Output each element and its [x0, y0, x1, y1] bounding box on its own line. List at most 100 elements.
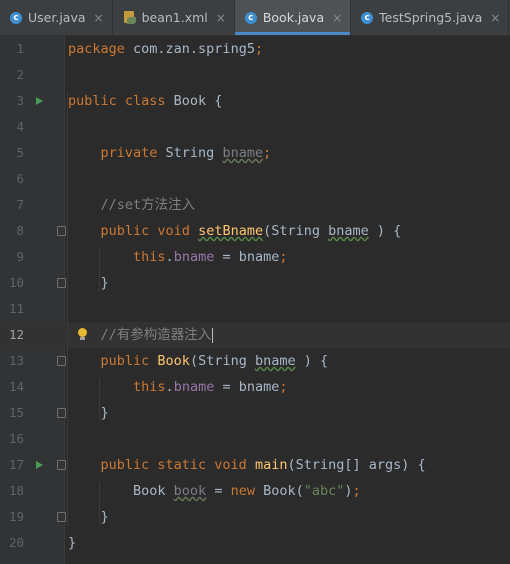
- indent-guide: [67, 92, 68, 526]
- close-icon[interactable]: ×: [490, 11, 500, 25]
- fold-icon[interactable]: [57, 278, 66, 288]
- code-token: private: [100, 145, 166, 161]
- code-token: this: [133, 249, 166, 265]
- code-token: =: [206, 483, 231, 499]
- code-line[interactable]: 13 public Book(String bname ) {: [0, 348, 510, 374]
- line-number: 3: [16, 93, 24, 108]
- line-number: 1: [16, 41, 24, 56]
- line-number: 4: [16, 119, 24, 134]
- code-token: }: [68, 509, 109, 525]
- code-token: bname: [222, 145, 264, 161]
- tab-bean1-xml[interactable]: bean1.xml ×: [113, 0, 235, 35]
- code-token: //set方法注入: [100, 197, 196, 213]
- run-gutter-icon[interactable]: [36, 97, 43, 105]
- code-line[interactable]: 9 this.bname = bname;: [0, 244, 510, 270]
- spring-xml-icon: [123, 11, 136, 24]
- line-number: 2: [16, 67, 24, 82]
- fold-icon[interactable]: [57, 408, 66, 418]
- code-token: (String: [263, 223, 329, 239]
- code-line[interactable]: 11: [0, 296, 510, 322]
- line-number: 6: [16, 171, 24, 186]
- code-token: //有参构造器注入: [100, 327, 212, 343]
- code-line[interactable]: 10 }: [0, 270, 510, 296]
- close-icon[interactable]: ×: [332, 11, 342, 25]
- code-text: public void setBname(String bname ) {: [68, 218, 402, 244]
- line-number: 17: [8, 457, 24, 472]
- code-token: ;: [279, 379, 288, 395]
- code-token: }: [68, 405, 109, 421]
- java-class-icon: c: [244, 11, 257, 24]
- code-line[interactable]: 12 //有参构造器注入: [0, 322, 510, 348]
- line-number: 18: [8, 483, 24, 498]
- tab-book-java[interactable]: c Book.java ×: [234, 0, 352, 35]
- code-line[interactable]: 2: [0, 62, 510, 88]
- code-token: this: [133, 379, 166, 395]
- line-number: 8: [16, 223, 24, 238]
- code-token: }: [68, 275, 109, 291]
- code-token: public: [100, 353, 158, 369]
- code-token: bname: [173, 379, 215, 395]
- code-line[interactable]: 3 public class Book {: [0, 88, 510, 114]
- line-number: 20: [8, 535, 24, 550]
- code-line[interactable]: 14 this.bname = bname;: [0, 374, 510, 400]
- code-token: (String: [189, 353, 255, 369]
- line-number: 9: [16, 249, 24, 264]
- fold-icon[interactable]: [57, 226, 66, 236]
- close-icon[interactable]: ×: [216, 11, 226, 25]
- code-token: bname: [328, 223, 369, 239]
- fold-icon[interactable]: [57, 512, 66, 522]
- code-token: = bname: [214, 379, 280, 395]
- code-line[interactable]: 20}: [0, 530, 510, 556]
- code-line[interactable]: 7 //set方法注入: [0, 192, 510, 218]
- code-token: package: [68, 41, 134, 57]
- code-token: ;: [263, 145, 272, 161]
- code-text: package com.zan.spring5;: [68, 36, 263, 62]
- code-text: public Book(String bname ) {: [68, 348, 329, 374]
- line-number: 10: [8, 275, 24, 290]
- code-token: ;: [279, 249, 288, 265]
- code-token: .: [165, 379, 174, 395]
- code-token: Book: [68, 483, 174, 499]
- code-line[interactable]: 17 public static void main(String[] args…: [0, 452, 510, 478]
- code-token: setBname: [198, 223, 264, 239]
- line-number: 5: [16, 145, 24, 160]
- code-line[interactable]: 1 package com.zan.spring5;: [0, 36, 510, 62]
- fold-icon[interactable]: [57, 460, 66, 470]
- code-text: private String bname;: [68, 140, 272, 166]
- code-token: book: [173, 483, 207, 499]
- line-number: 16: [8, 431, 24, 446]
- code-line[interactable]: 4: [0, 114, 510, 140]
- indent-guide: [99, 378, 100, 422]
- code-line[interactable]: 6: [0, 166, 510, 192]
- code-token: public void: [100, 223, 199, 239]
- code-token: ;: [254, 41, 264, 57]
- code-token: new: [230, 483, 264, 499]
- code-token: "abc": [303, 483, 345, 499]
- close-icon[interactable]: ×: [94, 11, 104, 25]
- tab-testspring5-java[interactable]: c TestSpring5.java ×: [351, 0, 510, 35]
- code-line[interactable]: 8 public void setBname(String bname ) {: [0, 218, 510, 244]
- code-text: //set方法注入: [68, 192, 196, 218]
- line-number: 15: [8, 405, 24, 420]
- code-token: String: [165, 145, 223, 161]
- code-text: this.bname = bname;: [68, 374, 288, 400]
- code-line[interactable]: 16: [0, 426, 510, 452]
- code-line[interactable]: 19 }: [0, 504, 510, 530]
- run-gutter-icon[interactable]: [36, 461, 43, 469]
- code-editor[interactable]: 1 package com.zan.spring5; 2 3 public class …: [0, 36, 510, 564]
- code-text: public class Book {: [68, 88, 222, 114]
- fold-icon[interactable]: [57, 356, 66, 366]
- code-line[interactable]: 18 Book book = new Book("abc");: [0, 478, 510, 504]
- code-line[interactable]: 5 private String bname;: [0, 140, 510, 166]
- code-line[interactable]: 15 }: [0, 400, 510, 426]
- tab-user-java[interactable]: c User.java ×: [0, 0, 113, 35]
- tab-label: Book.java: [262, 10, 325, 25]
- code-text: public static void main(String[] args) {: [68, 452, 426, 478]
